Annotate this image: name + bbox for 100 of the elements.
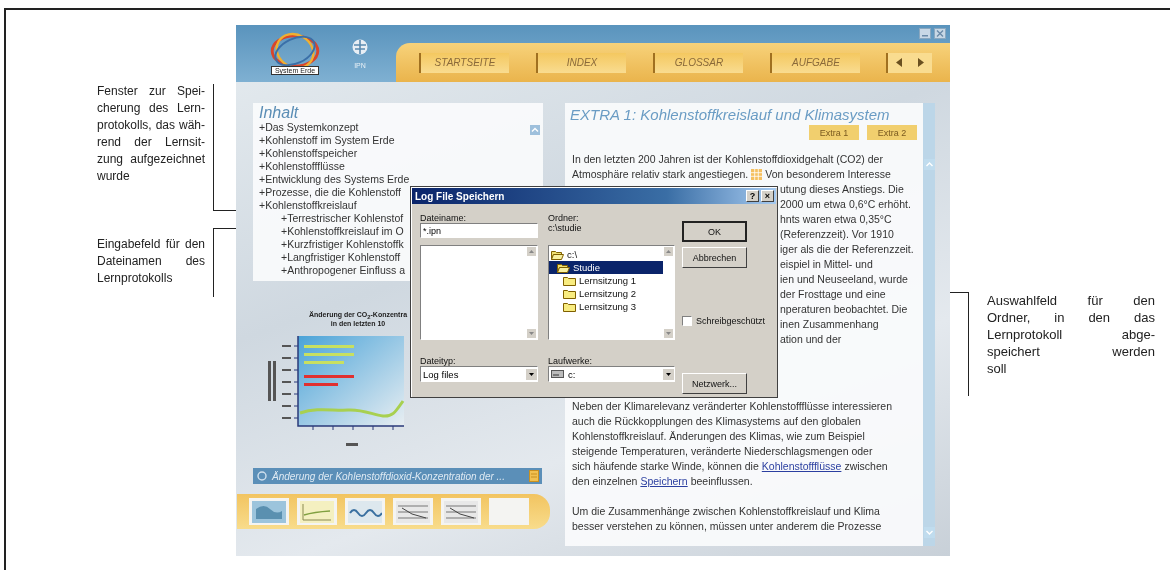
contents-item[interactable]: +Anthropogener Einfluss a [259, 264, 406, 277]
contents-item[interactable]: +Langfristiger Kohlenstoff [259, 251, 401, 264]
extra-button[interactable]: Extra 1 [809, 125, 859, 140]
scroll-up-icon[interactable] [527, 247, 536, 256]
graph-thumbnail-icon [300, 500, 334, 523]
thumbnail-button[interactable] [393, 498, 433, 525]
text-line: (Referenzzeit). Vor 1910 [780, 227, 894, 242]
text-line: Von besonderem Interesse [765, 167, 891, 182]
nav-button[interactable]: AUFGABE [770, 52, 860, 73]
annotation-text: Eingabefeld für den Dateinamen des Lernprotokolls [97, 236, 205, 287]
diagram-thumbnail-icon [444, 500, 478, 523]
text-line: besser verstehen zu können, müssen unter anderem die Prozesse [572, 519, 882, 534]
contents-item[interactable]: +Kohlenstoffkreislauf [259, 199, 357, 212]
folder-label: Ordner: [548, 213, 579, 223]
text-line: sich häufende starke Winde, können die [572, 459, 759, 474]
map-thumbnail-icon [252, 500, 286, 523]
help-button[interactable]: ? [746, 190, 759, 202]
ok-button[interactable]: OK [682, 221, 747, 242]
folder-path: c:\studie [548, 223, 583, 235]
wave-thumbnail-icon [348, 500, 382, 523]
text-line: nperaturen beobachtet. Die [780, 302, 908, 317]
contents-item[interactable]: +Entwicklung des Systems Erde [259, 173, 410, 186]
circle-icon [257, 471, 267, 481]
scrollbar[interactable] [923, 103, 935, 546]
file-list[interactable] [420, 245, 538, 340]
scroll-up-icon[interactable] [664, 247, 673, 256]
contents-item[interactable]: +Terrestrischer Kohlenstof [259, 212, 404, 225]
glossary-link[interactable]: Kohlenstoffflüsse [761, 459, 842, 474]
thumbnail-button[interactable] [441, 498, 481, 525]
folder-icon [563, 301, 576, 312]
folder-item[interactable]: Studie [549, 261, 663, 274]
back-arrow-icon[interactable] [895, 58, 903, 67]
scroll-down-icon[interactable] [664, 329, 673, 338]
filetype-label: Dateityp: [420, 356, 456, 366]
text-line: Neben der Klimarelevanz veränderter Kohlenstoffflüsse interessieren [572, 399, 893, 414]
folder-item[interactable]: c:\ [549, 248, 657, 261]
scroll-down-icon[interactable] [527, 329, 536, 338]
text-line: iger als die der Referenzzeit. [780, 242, 914, 257]
drive-icon [551, 370, 564, 378]
close-button[interactable]: × [761, 190, 774, 202]
contents-item[interactable]: +Kurzfristiger Kohlenstoffk [259, 238, 404, 251]
text-line: ation und der [780, 332, 842, 347]
drives-label: Laufwerke: [548, 356, 593, 366]
text-line: ien und Neuseeland, wurde [780, 272, 908, 287]
thumbnail-button[interactable] [345, 498, 385, 525]
thumbnail-button[interactable] [489, 498, 529, 525]
nav-button[interactable]: INDEX [536, 52, 626, 73]
drive-dropdown[interactable]: c: [548, 366, 675, 382]
network-button[interactable]: Netzwerk... [682, 373, 747, 394]
folder-item[interactable]: Lernsitzung 3 [549, 300, 669, 313]
glossary-link[interactable]: Speichern [640, 474, 688, 489]
text-line: eispiel in Mittel- und [780, 257, 873, 272]
open-folder-icon [551, 249, 564, 260]
nav-button[interactable]: GLOSSAR [653, 52, 743, 73]
extra-button[interactable]: Extra 2 [867, 125, 917, 140]
thumbnail-button[interactable] [297, 498, 337, 525]
dialog-title: Log File Speichern [415, 190, 506, 202]
annotation-text: Fenster zur Spei- cherung des Lern- protokolls, das wäh- rend der Lernsit- zung aufgezeichnet wurde [97, 83, 205, 185]
text-line: hnts waren etwa 0,35°C [780, 212, 892, 227]
contents-item[interactable]: +Kohlenstoffspeicher [259, 147, 358, 160]
document-icon[interactable] [529, 470, 539, 482]
article-title: EXTRA 1: Kohlenstoffkreislauf und Klimasystem [570, 106, 891, 123]
text-line: den einzelnen [572, 474, 638, 489]
contents-item[interactable]: +Das Systemkonzept [259, 121, 359, 134]
cancel-button[interactable]: Abbrechen [682, 247, 747, 268]
contents-item[interactable]: +Kohlenstoffkreislauf im O [259, 225, 404, 238]
scroll-down-icon[interactable] [923, 527, 935, 538]
contents-item[interactable]: +Kohlenstoffflüsse [259, 160, 345, 173]
folder-item[interactable]: Lernsitzung 2 [549, 287, 669, 300]
diagram-thumbnail-icon [396, 500, 430, 523]
minimize-icon[interactable] [919, 28, 931, 39]
folder-icon [563, 288, 576, 299]
grid-icon[interactable] [751, 169, 763, 180]
text-line: 2000 um etwa 0,6°C erhöht. [780, 197, 911, 212]
thumbnail-button[interactable] [249, 498, 289, 525]
text-line: utung dieses Anstiegs. Die [780, 182, 904, 197]
text-line: der Frosttage und eine [780, 287, 886, 302]
scroll-up-icon[interactable] [923, 159, 935, 170]
forward-arrow-icon[interactable] [917, 58, 925, 67]
text-line: auch die Rückkopplungen des Klimasystems auf den globalen [572, 414, 861, 429]
checkbox[interactable] [682, 316, 692, 326]
contents-item[interactable]: +Prozesse, die die Kohlenstoff [259, 186, 401, 199]
text-line: zwischen [844, 459, 888, 474]
folder-item[interactable]: Lernsitzung 1 [549, 274, 669, 287]
contents-title: Inhalt [259, 105, 300, 121]
text-line: Um die Zusammenhänge zwischen Kohlenstoffkreislauf und Klima [572, 504, 880, 519]
scroll-up-icon[interactable] [530, 125, 540, 135]
close-icon[interactable] [934, 28, 946, 39]
legend-marks [304, 345, 354, 386]
nav-button[interactable]: STARTSEITE [419, 52, 509, 73]
text-line: Atmosphäre relativ stark angestiegen. [572, 167, 749, 182]
filename-field[interactable]: *.ipn [420, 223, 538, 238]
caption-text: Änderung der Kohlenstoffdioxid-Konzentration der ... [272, 470, 506, 482]
text-line: steigende Temperaturen, veränderte Niederschlagsmengen oder [572, 444, 873, 459]
open-folder-icon [557, 262, 570, 273]
filetype-dropdown[interactable]: Log files [420, 366, 538, 382]
emblem-icon [352, 38, 368, 56]
text-line: beeinflussen. [690, 474, 753, 489]
contents-item[interactable]: +Kohlenstoff im System Erde [259, 134, 395, 147]
text-line: In den letzten 200 Jahren ist der Kohlenstoffdioxidgehalt (CO2) der [572, 152, 883, 167]
